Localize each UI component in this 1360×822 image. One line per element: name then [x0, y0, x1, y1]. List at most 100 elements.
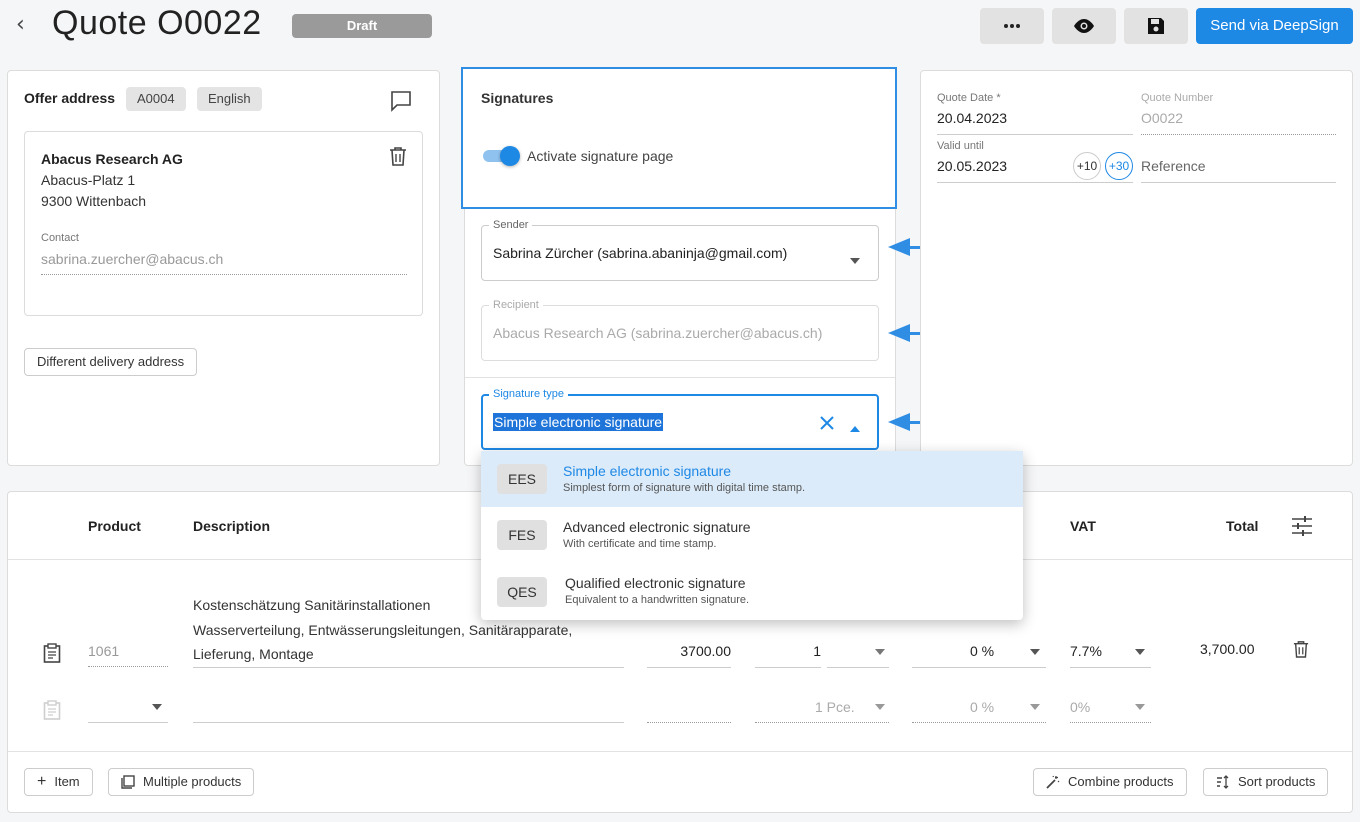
sender-dropdown-icon[interactable] — [850, 251, 860, 269]
offer-address-heading: Offer address — [24, 90, 116, 106]
customer-code-chip[interactable]: A0004 — [126, 87, 186, 111]
price-input-empty[interactable] — [647, 697, 731, 723]
quote-number-field: O0022 — [1141, 110, 1336, 135]
add-item-label: Item — [54, 774, 80, 789]
valid-until-input[interactable]: 20.05.2023 — [937, 158, 1133, 183]
column-settings-icon[interactable] — [1291, 516, 1313, 541]
plus30-button[interactable]: +30 — [1105, 152, 1133, 180]
contact-field[interactable]: sabrina.zuercher@abacus.ch — [41, 251, 407, 275]
option-ees[interactable]: EES Simple electronic signature Simplest… — [481, 451, 1023, 507]
valid-until-label: Valid until — [937, 140, 984, 152]
quote-date-label: Quote Date * — [937, 92, 1001, 104]
option-ees-code: EES — [497, 464, 547, 494]
plus-icon: + — [37, 773, 47, 790]
col-product-header: Product — [88, 518, 141, 534]
col-total-header: Total — [1226, 518, 1259, 534]
description-line1: Kostenschätzung Sanitärinstallationen — [193, 597, 431, 613]
signature-type-menu: EES Simple electronic signature Simplest… — [481, 451, 1023, 620]
description-input-empty[interactable] — [193, 697, 624, 723]
signature-type-label: Signature type — [489, 388, 568, 400]
row-total: 3,700.00 — [1200, 641, 1255, 657]
sender-value: Sabrina Zürcher (sabrina.abaninja@gmail.… — [493, 245, 788, 261]
option-fes-title: Advanced electronic signature — [563, 519, 751, 535]
col-description-header: Description — [193, 518, 271, 534]
more-icon — [1004, 24, 1020, 28]
clipboard-icon[interactable] — [43, 643, 61, 668]
recipient-label: Recipient — [489, 299, 543, 311]
option-fes-desc: With certificate and time stamp. — [563, 538, 717, 550]
toggle-label: Activate signature page — [527, 148, 674, 164]
option-qes[interactable]: QES Qualified electronic signature Equiv… — [481, 563, 1023, 620]
vat-value: 7.7% — [1070, 643, 1102, 659]
signature-type-value[interactable]: Simple electronic signature — [493, 413, 664, 431]
vat-placeholder: 0% — [1070, 699, 1091, 715]
option-ees-title: Simple electronic signature — [563, 463, 732, 479]
signatures-heading: Signatures — [481, 90, 554, 106]
discount-placeholder: 0 % — [970, 699, 995, 715]
recipient-value: Abacus Research AG (sabrina.zuercher@aba… — [493, 325, 823, 341]
delete-row-icon[interactable] — [1293, 639, 1309, 664]
divider — [465, 377, 895, 378]
price-input[interactable]: 3700.00 — [647, 643, 731, 668]
clear-icon[interactable] — [819, 415, 835, 436]
vat-select-empty[interactable]: 0% — [1070, 697, 1151, 723]
multiple-products-label: Multiple products — [143, 774, 242, 789]
plus10-button[interactable]: +10 — [1073, 152, 1101, 180]
col-vat-header: VAT — [1070, 518, 1096, 534]
sender-label: Sender — [489, 219, 533, 231]
add-item-button[interactable]: + Item — [24, 768, 93, 796]
street: Abacus-Platz 1 — [41, 172, 136, 188]
quote-date-input[interactable]: 20.04.2023 — [937, 110, 1133, 135]
reference-input[interactable]: Reference — [1141, 158, 1336, 183]
discount-select-empty[interactable]: 0 % — [912, 697, 1046, 723]
sort-products-label: Sort products — [1238, 774, 1316, 789]
multiple-icon — [121, 775, 135, 789]
discount-select[interactable]: 0 % — [912, 643, 1046, 668]
qty-placeholder: 1 Pce. — [815, 699, 855, 715]
preview-button[interactable] — [1052, 8, 1116, 44]
save-button[interactable] — [1124, 8, 1188, 44]
back-icon[interactable]: ‹ — [16, 12, 25, 37]
magic-wand-icon — [1046, 775, 1060, 789]
option-fes-code: FES — [497, 520, 547, 550]
description-line3[interactable]: Lieferung, Montage — [193, 646, 624, 668]
option-qes-title: Qualified electronic signature — [565, 575, 746, 591]
page-title: Quote O0022 — [52, 4, 262, 42]
combine-products-label: Combine products — [1068, 774, 1174, 789]
send-deepsign-button[interactable]: Send via DeepSign — [1196, 8, 1353, 44]
toggle-knob — [500, 146, 520, 166]
quantity-input-empty[interactable]: 1 Pce. — [755, 697, 889, 723]
sort-products-button[interactable]: Sort products — [1203, 768, 1329, 796]
clipboard-icon-empty — [43, 700, 61, 725]
signature-toggle[interactable] — [483, 146, 520, 166]
more-button[interactable] — [980, 8, 1044, 44]
company-name: Abacus Research AG — [41, 151, 183, 167]
save-icon — [1148, 18, 1164, 34]
eye-icon — [1074, 19, 1094, 33]
signatures-highlight-box — [461, 67, 897, 209]
description-line2: Wasserverteilung, Entwässerungsleitungen… — [193, 622, 573, 638]
city: 9300 Wittenbach — [41, 193, 147, 209]
option-qes-code: QES — [497, 577, 547, 607]
sort-icon — [1217, 775, 1229, 789]
option-fes[interactable]: FES Advanced electronic signature With c… — [481, 507, 1023, 563]
different-delivery-button[interactable]: Different delivery address — [24, 348, 198, 376]
language-chip[interactable]: English — [197, 87, 262, 111]
delete-address-icon[interactable] — [389, 146, 407, 171]
quote-number-label: Quote Number — [1141, 92, 1214, 104]
contact-label: Contact — [41, 232, 79, 244]
combine-products-button[interactable]: Combine products — [1033, 768, 1187, 796]
vat-select[interactable]: 7.7% — [1070, 643, 1151, 668]
discount-value: 0 % — [970, 643, 995, 659]
unit-select[interactable] — [827, 643, 889, 668]
multiple-products-button[interactable]: Multiple products — [108, 768, 255, 796]
collapse-icon[interactable] — [850, 419, 860, 437]
option-qes-desc: Equivalent to a handwritten signature. — [565, 594, 750, 606]
product-code-field[interactable]: 1061 — [88, 643, 168, 667]
footer-divider — [8, 751, 1352, 752]
quantity-input[interactable]: 1 — [755, 643, 821, 668]
comment-icon[interactable] — [390, 90, 412, 117]
status-badge: Draft — [292, 14, 432, 38]
option-ees-desc: Simplest form of signature with digital … — [563, 482, 806, 494]
product-select-empty[interactable] — [88, 697, 168, 723]
